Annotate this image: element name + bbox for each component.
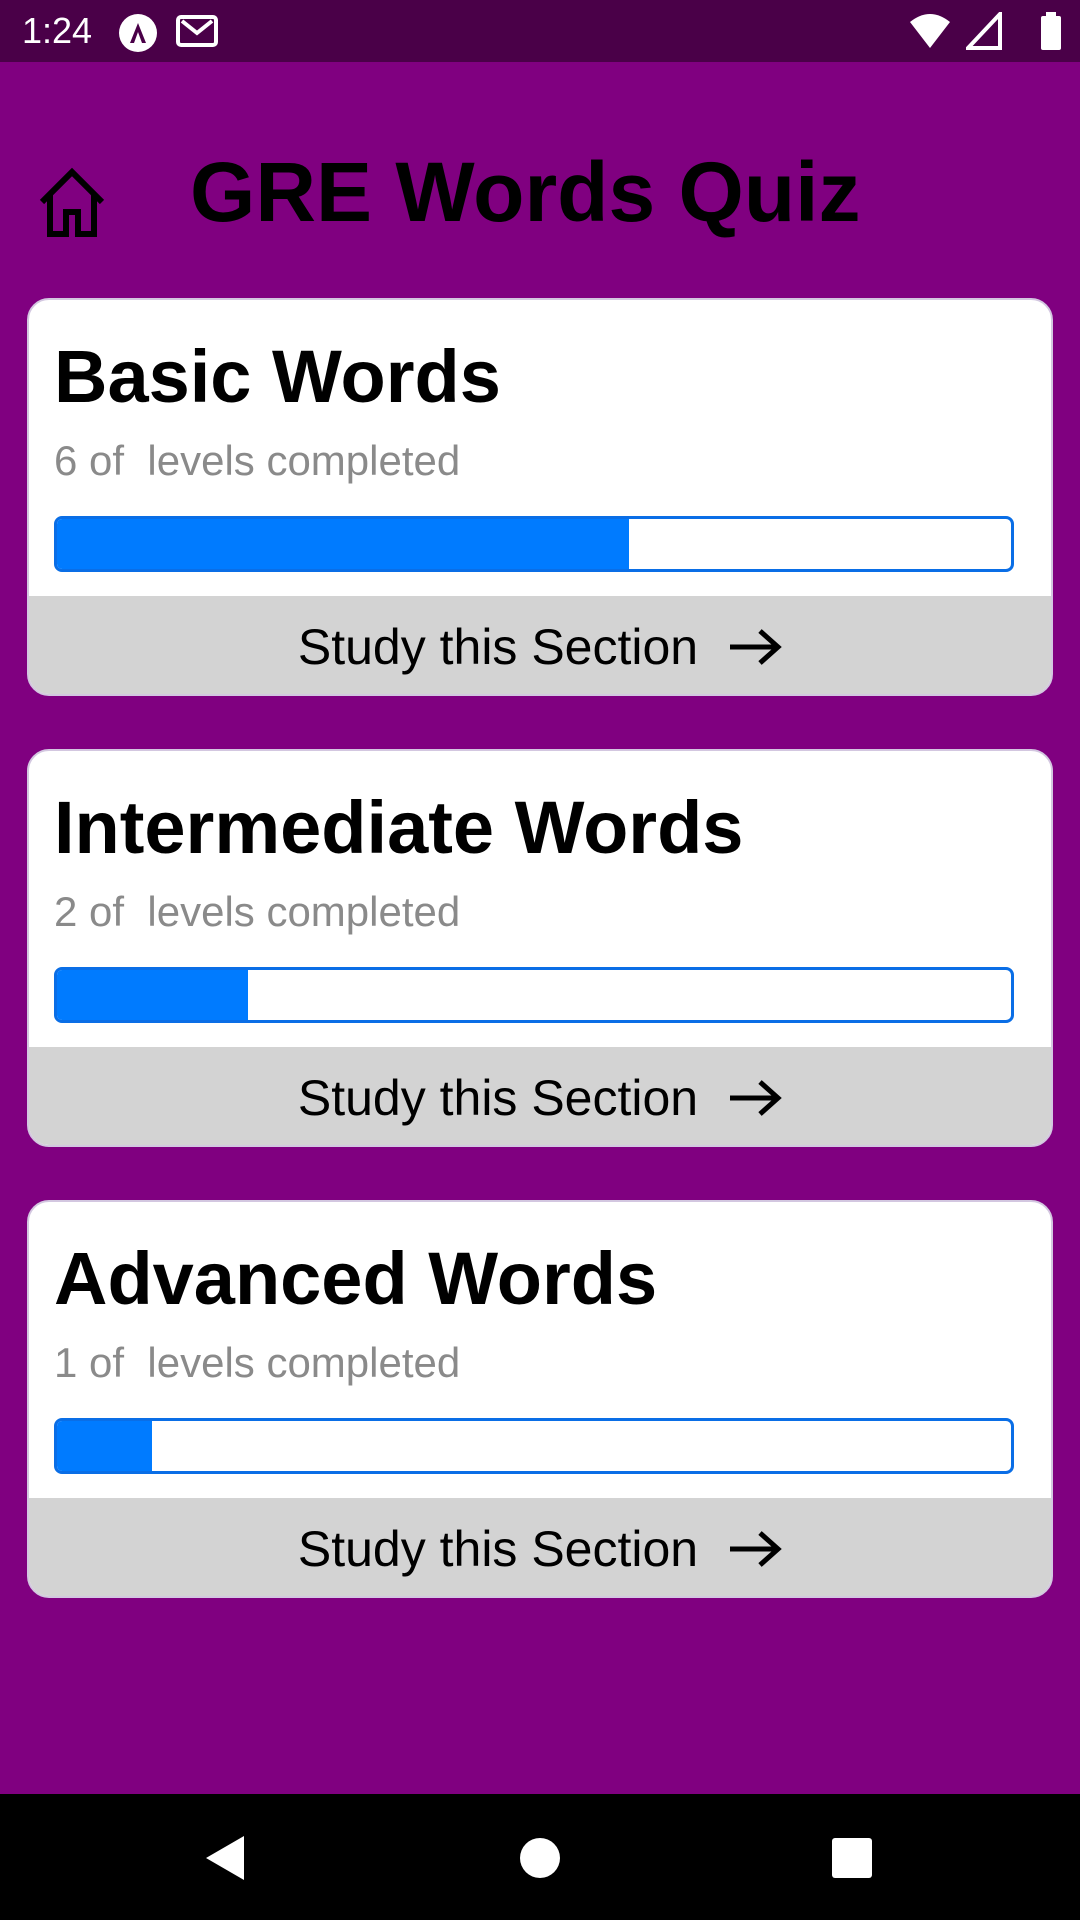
android-auto-icon <box>118 13 158 52</box>
battery-icon <box>1041 12 1061 50</box>
home-button[interactable] <box>30 160 114 244</box>
recents-icon <box>832 1838 872 1878</box>
section-progress-text: 2 of levels completed <box>54 888 461 935</box>
section-title: Basic Words <box>54 335 501 418</box>
progress-bar <box>54 1418 1014 1474</box>
wifi-icon <box>910 14 950 48</box>
study-section-button[interactable]: Study this Section <box>29 1498 1051 1596</box>
arrow-right-icon <box>730 1531 782 1567</box>
section-progress-text: 1 of levels completed <box>54 1339 461 1386</box>
section-card-advanced: Advanced Words 1 of levels completed Stu… <box>27 1200 1053 1598</box>
back-icon <box>206 1836 244 1880</box>
progress-fill <box>57 970 248 1020</box>
section-progress-text: 6 of levels completed <box>54 437 461 484</box>
section-title: Intermediate Words <box>54 786 744 869</box>
back-button[interactable] <box>200 1832 252 1884</box>
study-section-label: Study this Section <box>297 1070 699 1126</box>
recents-button[interactable] <box>826 1832 878 1884</box>
progress-fill <box>57 1421 153 1471</box>
progress-fill <box>57 519 630 569</box>
home-nav-button[interactable] <box>514 1832 566 1884</box>
status-bar: 1:24 <box>0 0 1080 62</box>
study-section-label: Study this Section <box>297 1521 699 1577</box>
section-card-intermediate: Intermediate Words 2 of levels completed… <box>27 749 1053 1147</box>
app-header: GRE Words Quiz <box>0 62 1080 264</box>
section-card-basic: Basic Words 6 of levels completed Study … <box>27 298 1053 696</box>
progress-bar <box>54 967 1014 1023</box>
signal-icon <box>966 12 1002 50</box>
section-title: Advanced Words <box>54 1237 658 1320</box>
study-section-button[interactable]: Study this Section <box>29 596 1051 694</box>
study-section-label: Study this Section <box>297 619 699 675</box>
arrow-right-icon <box>730 629 782 665</box>
study-section-button[interactable]: Study this Section <box>29 1047 1051 1145</box>
arrow-right-icon <box>730 1080 782 1116</box>
page-title: GRE Words Quiz <box>190 145 861 239</box>
gmail-icon <box>176 13 218 49</box>
home-icon <box>39 167 105 237</box>
status-time: 1:24 <box>22 10 93 51</box>
home-circle-icon <box>520 1838 560 1878</box>
progress-bar <box>54 516 1014 572</box>
system-nav-bar <box>0 1794 1080 1920</box>
